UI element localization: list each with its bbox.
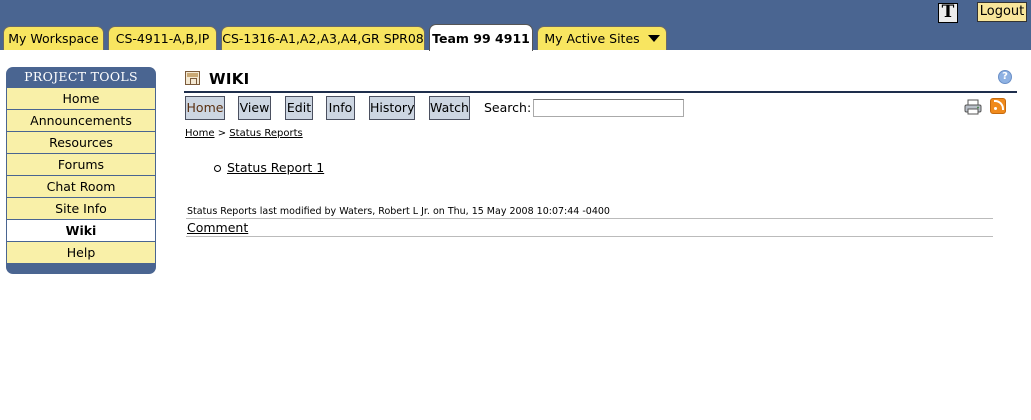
status-report-link[interactable]: Status Report 1 [227, 160, 324, 176]
text-tool-icon[interactable]: T [938, 3, 958, 23]
sidebar-item-forums[interactable]: Forums [7, 154, 155, 175]
page-title: WIKI [209, 70, 250, 88]
search-label: Search: [484, 100, 532, 115]
tab-team-99-4911[interactable]: Team 99 4911 [429, 24, 533, 51]
breadcrumb-separator: > [217, 128, 227, 139]
view-button[interactable]: View [238, 96, 271, 120]
tab-my-workspace[interactable]: My Workspace [3, 26, 104, 50]
search-input[interactable] [533, 99, 684, 117]
sidebar-item-home[interactable]: Home [7, 88, 155, 109]
comment-divider-bottom [186, 236, 993, 237]
tab-cs-4911[interactable]: CS-4911-A,B,IP [108, 26, 217, 50]
title-divider [184, 91, 1017, 93]
sidebar-item-resources[interactable]: Resources [7, 132, 155, 153]
print-icon[interactable] [964, 99, 982, 115]
help-icon[interactable]: ? [998, 70, 1012, 84]
tab-my-active-sites[interactable]: My Active Sites [537, 26, 667, 50]
breadcrumb: Home > Status Reports [185, 127, 303, 140]
sidebar-item-announcements[interactable]: Announcements [7, 110, 155, 131]
tab-cs-1316[interactable]: CS-1316-A1,A2,A3,A4,GR SPR08 [221, 26, 425, 50]
wiki-home-icon[interactable] [185, 71, 200, 85]
chevron-down-icon [647, 35, 660, 42]
project-tools-panel: PROJECT TOOLS Home Announcements Resourc… [6, 67, 156, 274]
sidebar-item-help[interactable]: Help [7, 242, 155, 263]
logout-button[interactable]: Logout [977, 2, 1027, 22]
comment-divider-top [186, 218, 993, 219]
sidebar-title: PROJECT TOOLS [24, 69, 138, 84]
watch-button[interactable]: Watch [429, 96, 470, 120]
history-button[interactable]: History [369, 96, 415, 120]
breadcrumb-home-link[interactable]: Home [185, 128, 215, 139]
breadcrumb-status-reports-link[interactable]: Status Reports [229, 128, 302, 139]
sidebar-item-wiki[interactable]: Wiki [7, 220, 155, 241]
info-button[interactable]: Info [326, 96, 355, 120]
sidebar-item-chat-room[interactable]: Chat Room [7, 176, 155, 197]
rss-icon[interactable] [990, 98, 1006, 114]
last-modified-text: Status Reports last modified by Waters, … [187, 206, 610, 217]
wiki-home-button[interactable]: Home [185, 96, 225, 120]
edit-button[interactable]: Edit [285, 96, 313, 120]
list-bullet [214, 165, 221, 172]
comment-link[interactable]: Comment [187, 220, 248, 235]
sidebar-item-site-info[interactable]: Site Info [7, 198, 155, 219]
tab-my-active-sites-label: My Active Sites [544, 31, 640, 46]
